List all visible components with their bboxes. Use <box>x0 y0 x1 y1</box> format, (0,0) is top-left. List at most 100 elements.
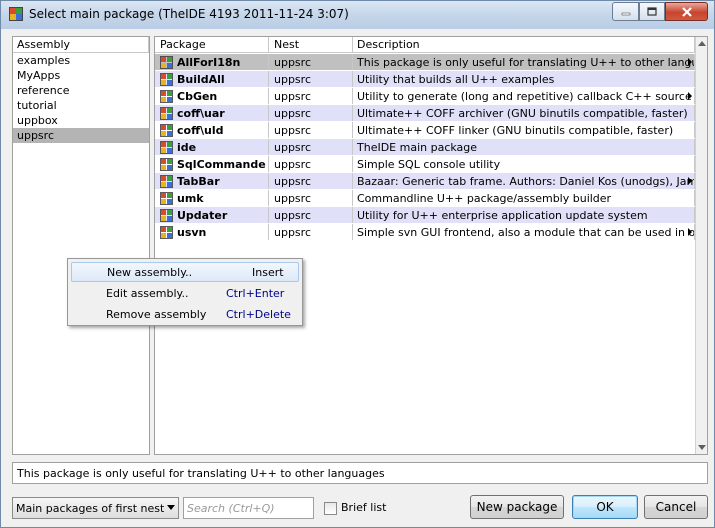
package-table-scrollbar[interactable] <box>695 37 707 454</box>
package-nest-cell: uppsrc <box>269 88 353 104</box>
context-menu-item-edit-assembly[interactable]: Edit assembly.. Ctrl+Enter <box>71 283 299 303</box>
package-name: coff\uld <box>177 123 224 137</box>
package-description-cell: Simple SQL console utility <box>353 156 695 172</box>
package-nest-cell: uppsrc <box>269 71 353 87</box>
package-description-cell: Ultimate++ COFF archiver (GNU binutils c… <box>353 105 695 121</box>
close-button[interactable] <box>665 2 708 21</box>
package-nest-cell: uppsrc <box>269 54 353 70</box>
package-row[interactable]: Updater uppsrc Utility for U++ enterprise … <box>155 207 695 224</box>
maximize-icon <box>647 7 657 16</box>
package-name: BuildAll <box>177 72 225 86</box>
package-nest-cell: uppsrc <box>269 156 353 172</box>
package-name-cell: TabBar <box>155 173 269 189</box>
menu-item-shortcut: Ctrl+Delete <box>226 307 291 321</box>
package-row[interactable]: TabBar uppsrc Bazaar: Generic tab frame. A… <box>155 173 695 190</box>
package-row[interactable]: CbGen uppsrc Utility to generate (long and… <box>155 88 695 105</box>
package-table[interactable]: Package Nest Description AllForI18n uppsr… <box>154 36 708 455</box>
package-name-cell: umk <box>155 190 269 206</box>
package-row[interactable]: ide uppsrc TheIDE main package <box>155 139 695 156</box>
assembly-item-reference[interactable]: reference <box>13 83 149 98</box>
cancel-button[interactable]: Cancel <box>644 495 708 519</box>
scroll-up-icon[interactable] <box>698 41 706 46</box>
ok-button[interactable]: OK <box>572 495 638 519</box>
package-description-cell: This package is only useful for translat… <box>353 54 695 70</box>
package-icon <box>160 140 173 154</box>
truncated-arrow-icon <box>688 228 692 236</box>
package-description-text: Simple svn GUI frontend, also a module t… <box>357 225 695 239</box>
description-column-header[interactable]: Description <box>353 37 695 52</box>
package-description-cell: TheIDE main package <box>353 139 695 155</box>
package-row[interactable]: usvn uppsrc Simple svn GUI frontend, also … <box>155 224 695 241</box>
maximize-button[interactable] <box>639 2 665 21</box>
package-name-cell: ide <box>155 139 269 155</box>
package-description-text: Simple SQL console utility <box>357 157 501 171</box>
package-column-header[interactable]: Package <box>155 37 269 52</box>
package-name: usvn <box>177 225 207 239</box>
select-package-dialog: Select main package (TheIDE 4193 2011-11… <box>0 0 715 528</box>
package-table-header: Package Nest Description <box>155 37 695 53</box>
package-row[interactable]: coff\uld uppsrc Ultimate++ COFF linker (GN… <box>155 122 695 139</box>
chevron-down-icon <box>167 505 175 510</box>
package-description-text: Bazaar: Generic tab frame. Authors: Dani… <box>357 174 695 188</box>
minimize-icon <box>621 12 630 15</box>
package-description-cell: Commandline U++ package/assembly builder <box>353 190 695 206</box>
search-input[interactable] <box>183 497 314 519</box>
package-row[interactable]: coff\uar uppsrc Ultimate++ COFF archiver (… <box>155 105 695 122</box>
package-nest-cell: uppsrc <box>269 173 353 189</box>
brief-list-label[interactable]: Brief list <box>341 501 386 514</box>
package-nest-cell: uppsrc <box>269 139 353 155</box>
brief-list-checkbox[interactable] <box>324 502 337 515</box>
package-row[interactable]: SqlCommande uppsrc Simple SQL console util… <box>155 156 695 173</box>
menu-item-shortcut: Insert <box>252 265 284 279</box>
nest-filter-value: Main packages of first nest <box>16 501 165 515</box>
package-row[interactable]: BuildAll uppsrc Utility that builds all U+… <box>155 71 695 88</box>
assembly-item-tutorial[interactable]: tutorial <box>13 98 149 113</box>
context-menu-item-remove-assembly[interactable]: Remove assembly Ctrl+Delete <box>71 304 299 324</box>
package-nest-cell: uppsrc <box>269 207 353 223</box>
package-name-cell: CbGen <box>155 88 269 104</box>
package-icon <box>160 174 173 188</box>
package-description-cell: Bazaar: Generic tab frame. Authors: Dani… <box>353 173 695 189</box>
truncated-arrow-icon <box>688 92 692 100</box>
package-name-cell: Updater <box>155 207 269 223</box>
assembly-list[interactable]: Assembly examples MyApps reference tutorial… <box>12 36 150 455</box>
package-description-cell: Utility that builds all U++ examples <box>353 71 695 87</box>
assembly-item-examples[interactable]: examples <box>13 53 149 68</box>
menu-item-label: Edit assembly.. <box>106 286 189 300</box>
minimize-button[interactable] <box>612 2 639 21</box>
package-description-cell: Ultimate++ COFF linker (GNU binutils com… <box>353 122 695 138</box>
nest-column-header[interactable]: Nest <box>269 37 353 52</box>
package-description: This package is only useful for translat… <box>12 462 708 484</box>
package-name: SqlCommande <box>177 157 266 171</box>
assembly-item-uppbox[interactable]: uppbox <box>13 113 149 128</box>
package-name: AllForI18n <box>177 55 241 69</box>
package-icon <box>160 106 173 120</box>
assembly-item-myapps[interactable]: MyApps <box>13 68 149 83</box>
package-row[interactable]: AllForI18n uppsrc This package is only use… <box>155 54 695 71</box>
package-description-text: This package is only useful for translat… <box>357 55 695 69</box>
close-icon <box>681 6 692 17</box>
scroll-down-icon[interactable] <box>698 445 706 450</box>
package-name-cell: usvn <box>155 224 269 240</box>
new-package-button[interactable]: New package <box>470 495 564 519</box>
truncated-arrow-icon <box>688 58 692 66</box>
assembly-column-header[interactable]: Assembly <box>13 37 149 52</box>
package-nest-cell: uppsrc <box>269 122 353 138</box>
package-name: TabBar <box>177 174 220 188</box>
package-icon <box>160 123 173 137</box>
nest-filter-dropdown[interactable]: Main packages of first nest <box>12 497 179 519</box>
package-row[interactable]: umk uppsrc Commandline U++ package/assembl… <box>155 190 695 207</box>
assembly-item-uppsrc[interactable]: uppsrc <box>13 128 149 143</box>
package-description-text: Commandline U++ package/assembly builder <box>357 191 612 205</box>
package-icon <box>160 72 173 86</box>
package-name: coff\uar <box>177 106 225 120</box>
package-name: ide <box>177 140 197 154</box>
package-icon <box>160 191 173 205</box>
package-name: umk <box>177 191 204 205</box>
package-nest-cell: uppsrc <box>269 105 353 121</box>
title-bar[interactable]: Select main package (TheIDE 4193 2011-11… <box>1 1 714 29</box>
context-menu-item-new-assembly[interactable]: New assembly.. Insert <box>71 262 299 282</box>
window-title: Select main package (TheIDE 4193 2011-11… <box>29 7 349 21</box>
package-name: CbGen <box>177 89 218 103</box>
package-nest-cell: uppsrc <box>269 190 353 206</box>
